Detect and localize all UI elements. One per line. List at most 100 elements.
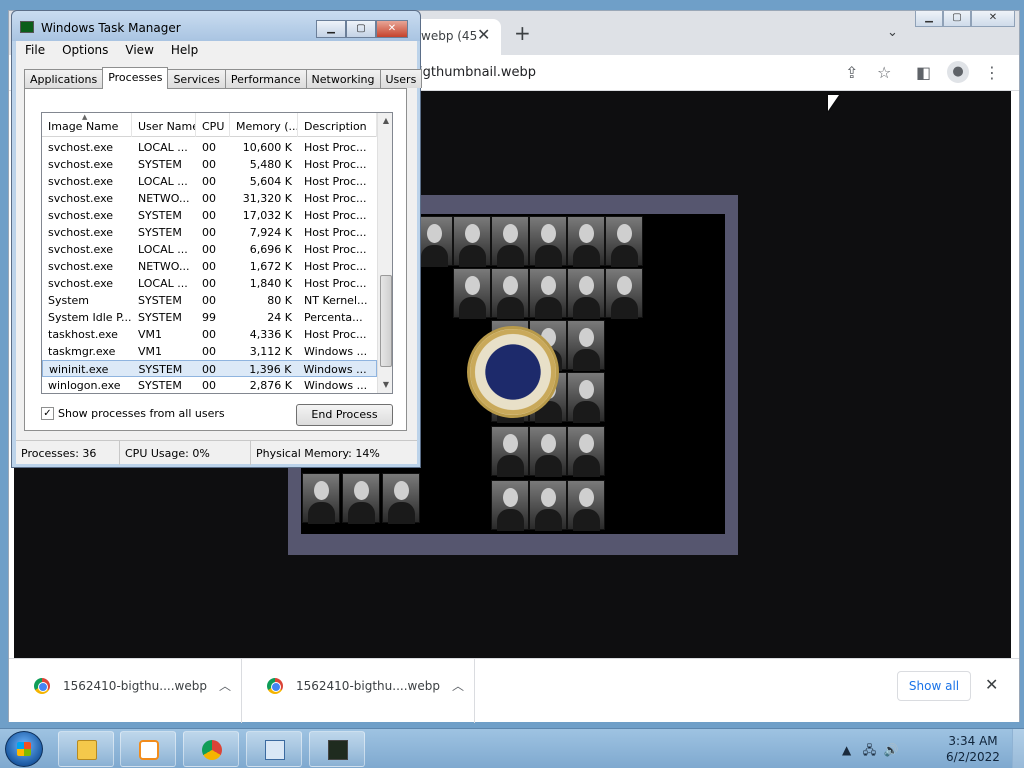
end-process-button[interactable]: End Process	[296, 404, 393, 426]
chevron-up-icon[interactable]: ︿	[452, 677, 464, 694]
cell-image-name: svchost.exe	[48, 243, 114, 256]
portrait	[567, 320, 605, 371]
portrait	[567, 372, 605, 423]
process-rows: svchost.exe LOCAL ... 00 10,600 K Host Proc.…	[42, 139, 377, 393]
tab-networking[interactable]: Networking	[305, 69, 381, 88]
tab-performance[interactable]: Performance	[224, 69, 307, 88]
show-desktop-button[interactable]	[1012, 729, 1024, 768]
column-memory[interactable]: Memory (...	[230, 113, 298, 137]
new-tab-icon[interactable]: +	[514, 23, 531, 43]
system-clock[interactable]: 3:34 AM 6/2/2022	[944, 733, 1002, 765]
column-image-name[interactable]: ▲ Image Name	[42, 113, 132, 137]
cell-image-name: svchost.exe	[48, 175, 114, 188]
cell-image-name: winlogon.exe	[48, 379, 121, 392]
taskbar-control-panel[interactable]	[246, 731, 302, 767]
table-row[interactable]: svchost.exe LOCAL ... 00 5,604 K Host Proc..…	[42, 173, 377, 190]
portrait	[567, 480, 605, 531]
table-row[interactable]: svchost.exe LOCAL ... 00 6,696 K Host Proc..…	[42, 241, 377, 258]
process-list[interactable]: ▲ Image Name User Name CPU Memory (... De…	[41, 112, 393, 394]
menu-bar: File Options View Help	[16, 41, 417, 61]
clock-time: 3:34 AM	[948, 734, 998, 748]
process-list-scrollbar[interactable]: ▲ ▼	[377, 113, 392, 393]
volume-icon[interactable]: 🔊	[884, 743, 899, 757]
table-row[interactable]: svchost.exe SYSTEM 00 17,032 K Host Proc...	[42, 207, 377, 224]
menu-options[interactable]: Options	[53, 41, 116, 61]
start-button[interactable]	[5, 731, 43, 767]
portrait	[529, 480, 567, 531]
chrome-tab[interactable]: webp (45 ✕	[409, 19, 501, 55]
cell-memory: 1,396 K	[249, 363, 292, 376]
minimize-icon[interactable]: ▁	[915, 11, 943, 27]
tab-processes[interactable]: Processes	[102, 67, 169, 89]
menu-file[interactable]: File	[16, 41, 53, 61]
table-row[interactable]: svchost.exe LOCAL ... 00 10,600 K Host Proc.…	[42, 139, 377, 156]
table-row[interactable]: System SYSTEM 00 80 K NT Kernel...	[42, 292, 377, 309]
kebab-menu-icon[interactable]: ⋮	[984, 63, 1000, 82]
taskbar-windows-explorer[interactable]	[58, 731, 114, 767]
taskbar-media-player[interactable]	[120, 731, 176, 767]
cell-memory: 2,876 K	[249, 379, 292, 392]
download-item[interactable]: 1562410-bigthu....webp ︿	[242, 659, 475, 723]
download-item[interactable]: 1562410-bigthu....webp ︿	[9, 659, 242, 723]
column-cpu[interactable]: CPU	[196, 113, 230, 137]
media-player-icon	[139, 740, 159, 760]
cell-user-name: SYSTEM	[138, 209, 182, 222]
table-row[interactable]: taskhost.exe VM1 00 4,336 K Host Proc...	[42, 326, 377, 343]
side-panel-icon[interactable]: ◧	[916, 63, 931, 82]
portrait	[605, 268, 643, 319]
tab-search-chevron-icon[interactable]: ⌄	[887, 25, 898, 40]
cell-memory: 10,600 K	[242, 141, 292, 154]
column-user-name[interactable]: User Name	[132, 113, 196, 137]
portrait	[567, 268, 605, 319]
tab-users[interactable]: Users	[379, 69, 423, 88]
task-manager-titlebar[interactable]: Windows Task Manager ▁ ▢ ✕	[12, 11, 420, 41]
close-tab-icon[interactable]: ✕	[477, 25, 490, 44]
tab-applications[interactable]: Applications	[24, 69, 104, 88]
close-icon[interactable]: ✕	[376, 20, 408, 38]
cell-description: Host Proc...	[304, 226, 367, 239]
network-icon[interactable]: 🖧	[863, 743, 876, 757]
table-row[interactable]: svchost.exe SYSTEM 00 5,480 K Host Proc...	[42, 156, 377, 173]
portrait	[529, 216, 567, 267]
menu-view[interactable]: View	[116, 41, 161, 61]
tab-services[interactable]: Services	[167, 69, 226, 88]
column-description[interactable]: Description	[298, 113, 377, 137]
show-all-users-checkbox[interactable]: ✓	[41, 407, 54, 420]
close-icon[interactable]: ✕	[971, 11, 1015, 27]
close-icon[interactable]: ✕	[985, 675, 998, 694]
table-row[interactable]: svchost.exe NETWO... 00 1,672 K Host Proc...	[42, 258, 377, 275]
column-label: Image Name	[48, 120, 119, 133]
show-hidden-icons-icon[interactable]: ▲	[842, 743, 851, 757]
show-all-button[interactable]: Show all	[897, 671, 971, 701]
cell-cpu: 00	[202, 345, 216, 358]
cell-cpu: 00	[202, 243, 216, 256]
cell-user-name: VM1	[138, 328, 163, 341]
cell-user-name: SYSTEM	[138, 226, 182, 239]
maximize-icon[interactable]: ▢	[346, 20, 376, 38]
maximize-icon[interactable]: ▢	[943, 11, 971, 27]
table-row[interactable]: wininit.exe SYSTEM 00 1,396 K Windows ...	[42, 360, 377, 377]
status-processes: Processes: 36	[16, 441, 120, 465]
address-bar[interactable]: igthumbnail.webp	[419, 65, 536, 80]
scrollbar-thumb[interactable]	[380, 275, 392, 367]
share-icon[interactable]: ⇪	[845, 63, 858, 82]
bookmark-star-icon[interactable]: ☆	[877, 63, 891, 82]
scroll-down-icon[interactable]: ▼	[378, 377, 392, 393]
table-row[interactable]: svchost.exe LOCAL ... 00 1,840 K Host Proc..…	[42, 275, 377, 292]
profile-avatar-icon[interactable]: ●	[947, 61, 969, 83]
minimize-icon[interactable]: ▁	[316, 20, 346, 38]
show-all-users-label[interactable]: Show processes from all users	[58, 407, 225, 420]
table-row[interactable]: svchost.exe NETWO... 00 31,320 K Host Proc..…	[42, 190, 377, 207]
portrait	[567, 216, 605, 267]
cell-memory: 24 K	[267, 311, 292, 324]
table-row[interactable]: System Idle P... SYSTEM 99 24 K Percenta...	[42, 309, 377, 326]
cell-user-name: VM1	[138, 345, 163, 358]
table-row[interactable]: winlogon.exe SYSTEM 00 2,876 K Windows ...	[42, 377, 377, 393]
taskbar-google-chrome[interactable]	[183, 731, 239, 767]
chevron-up-icon[interactable]: ︿	[219, 677, 231, 694]
menu-help[interactable]: Help	[162, 41, 206, 61]
table-row[interactable]: taskmgr.exe VM1 00 3,112 K Windows ...	[42, 343, 377, 360]
taskbar-task-manager[interactable]	[309, 731, 365, 767]
table-row[interactable]: svchost.exe SYSTEM 00 7,924 K Host Proc...	[42, 224, 377, 241]
scroll-up-icon[interactable]: ▲	[378, 113, 392, 129]
